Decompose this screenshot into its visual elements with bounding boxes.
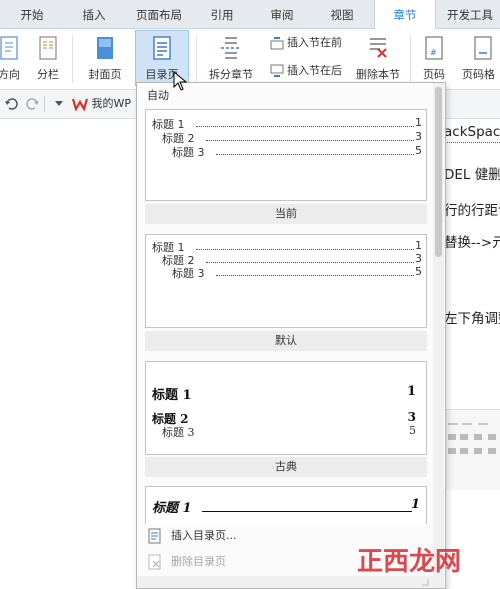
toc-leader bbox=[206, 262, 414, 263]
split-chapter-icon bbox=[221, 37, 241, 59]
chapter-ribbon: 方向 分栏 封面页 目录页 拆分章节 插入节在前 插入节在后 删除本节 # 页码… bbox=[0, 29, 500, 90]
doc-tab-my-wps[interactable]: 我的WP bbox=[71, 94, 132, 114]
toc-style-caption: 默认 bbox=[145, 331, 427, 351]
toc-line-page: 3 bbox=[415, 130, 422, 143]
toc-page-icon bbox=[153, 36, 171, 60]
toc-line-page: 5 bbox=[415, 144, 422, 157]
wps-logo-icon bbox=[71, 98, 89, 112]
toc-style-caption: 古典 bbox=[145, 457, 427, 477]
svg-text:正西龙网: 正西龙网 bbox=[357, 547, 461, 577]
separator bbox=[196, 35, 197, 83]
insert-after-label: 插入节在后 bbox=[287, 64, 342, 77]
tab-references[interactable]: 引用 bbox=[198, 0, 246, 28]
toc-style-classic[interactable]: 标题 1 1 标题 2 3 标题 3 5 bbox=[145, 361, 427, 455]
doc-text-line: ackSpac bbox=[444, 124, 500, 140]
toc-leader bbox=[206, 140, 414, 141]
ribbon-tab-bar: 开始 插入 页面布局 引用 审阅 视图 章节 开发工具 bbox=[0, 0, 500, 29]
cover-page-label: 封面页 bbox=[88, 68, 122, 81]
toc-leader bbox=[196, 249, 414, 250]
insert-section-before-button[interactable]: 插入节在前 bbox=[270, 33, 342, 53]
svg-text:#: # bbox=[430, 48, 437, 57]
mouse-cursor-icon bbox=[173, 71, 187, 91]
toc-line-page: 3 bbox=[407, 410, 416, 424]
insert-toc-label: 插入目录页... bbox=[171, 529, 237, 542]
delete-section-button[interactable]: 删除本节 bbox=[352, 31, 404, 85]
toc-leader bbox=[202, 511, 412, 512]
orientation-icon bbox=[0, 36, 18, 60]
toc-leader bbox=[216, 154, 414, 155]
tab-view[interactable]: 视图 bbox=[318, 0, 366, 28]
separator bbox=[410, 35, 411, 83]
toc-line-page: 3 bbox=[415, 252, 422, 265]
toc-style-dropdown: 自动 标题 1 1 标题 2 3 标题 3 5 当前 标题 1 1 标题 2 3… bbox=[136, 82, 446, 589]
insert-section-after-button[interactable]: 插入节在后 bbox=[270, 61, 342, 81]
separator bbox=[44, 96, 45, 112]
doc-text-line: 行的行距说 bbox=[444, 203, 500, 219]
undo-icon[interactable] bbox=[4, 97, 18, 111]
toc-line-text: 标题 3 bbox=[162, 426, 195, 439]
toc-line-page: 1 bbox=[410, 497, 420, 512]
doc-text-line: DEL 健删 bbox=[444, 167, 500, 183]
toc-style-default[interactable]: 标题 1 1 标题 2 3 标题 3 5 bbox=[145, 234, 427, 328]
tab-developer-tools[interactable]: 开发工具 bbox=[440, 0, 500, 28]
columns-button[interactable]: 分栏 bbox=[30, 31, 66, 85]
doc-tab-label: 我的WP bbox=[91, 97, 132, 110]
watermark-logo: 正西龙网 bbox=[355, 540, 495, 583]
delete-section-label: 删除本节 bbox=[356, 68, 400, 81]
tab-review[interactable]: 审阅 bbox=[258, 0, 306, 28]
insert-after-icon bbox=[270, 64, 284, 77]
page-number-icon: # bbox=[425, 36, 443, 60]
delete-toc-icon bbox=[148, 554, 161, 570]
toc-line-page: 5 bbox=[415, 265, 422, 278]
toc-line-text: 标题 1 bbox=[152, 388, 192, 403]
toc-line-page: 1 bbox=[415, 239, 422, 252]
page-number-format-button[interactable]: 页码格 bbox=[458, 31, 500, 85]
toc-line-page: 5 bbox=[409, 424, 416, 437]
insert-before-icon bbox=[270, 37, 284, 50]
toc-style-current[interactable]: 标题 1 1 标题 2 3 标题 3 5 bbox=[145, 109, 427, 201]
tab-insert[interactable]: 插入 bbox=[70, 0, 118, 28]
toc-style-caption: 当前 bbox=[145, 204, 427, 224]
embedded-image bbox=[444, 409, 500, 490]
columns-icon bbox=[39, 36, 57, 60]
columns-label: 分栏 bbox=[37, 68, 59, 81]
customize-dropdown-icon[interactable] bbox=[54, 100, 64, 108]
orientation-label: 方向 bbox=[0, 68, 20, 81]
doc-text-line: 替换-->亓 bbox=[444, 235, 500, 251]
page-number-format-icon bbox=[474, 36, 492, 60]
delete-toc-label: 删除目录页 bbox=[171, 555, 226, 568]
tab-page-layout[interactable]: 页面布局 bbox=[126, 0, 192, 28]
dropdown-scrollbar-thumb[interactable] bbox=[435, 87, 442, 257]
spell-underline bbox=[444, 142, 500, 143]
cover-page-icon bbox=[97, 37, 113, 59]
toc-line-page: 1 bbox=[415, 116, 422, 129]
orientation-button[interactable]: 方向 bbox=[0, 31, 28, 85]
doc-text-line: 左下角调整 bbox=[444, 311, 500, 327]
embedded-toolbar-icons bbox=[448, 423, 496, 454]
page-number-button[interactable]: # 页码 bbox=[414, 31, 454, 85]
page-number-label: 页码 bbox=[423, 68, 445, 81]
tab-chapter[interactable]: 章节 bbox=[374, 0, 436, 29]
delete-section-icon bbox=[370, 38, 387, 58]
insert-toc-icon bbox=[148, 528, 161, 544]
toc-leader bbox=[216, 275, 414, 276]
split-chapter-button[interactable]: 拆分章节 bbox=[202, 31, 260, 85]
page-number-format-label: 页码格 bbox=[462, 68, 495, 81]
watermark-graphic: 正西龙网 bbox=[357, 547, 461, 577]
dropdown-header: 自动 bbox=[147, 89, 169, 102]
insert-before-label: 插入节在前 bbox=[287, 36, 342, 49]
tab-start[interactable]: 开始 bbox=[8, 0, 56, 28]
cover-page-button[interactable]: 封面页 bbox=[82, 31, 128, 85]
redo-icon[interactable] bbox=[26, 97, 40, 111]
toc-line-page: 1 bbox=[406, 384, 416, 399]
toc-leader bbox=[196, 126, 414, 127]
toc-line-text: 标题 3 bbox=[172, 146, 205, 159]
toc-line-text: 标题 1 bbox=[152, 501, 192, 516]
split-chapter-label: 拆分章节 bbox=[209, 68, 253, 81]
toc-line-text: 标题 3 bbox=[172, 267, 205, 280]
separator bbox=[72, 35, 73, 83]
